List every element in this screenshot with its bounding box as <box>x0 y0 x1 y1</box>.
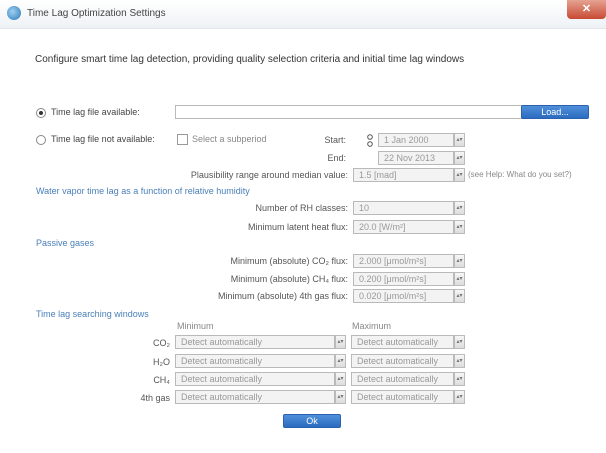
min-window-spinner[interactable]: ▴▾ <box>335 354 346 368</box>
plausibility-note: (see Help: What do you set?) <box>468 170 572 179</box>
min-window-spinner[interactable]: ▴▾ <box>335 335 346 349</box>
app-icon <box>7 6 21 20</box>
subperiod-label: Select a subperiod <box>192 134 267 144</box>
gas-label: 4th gas <box>140 393 170 403</box>
gas4-flux-spinner[interactable]: ▴▾ <box>454 289 465 303</box>
intro-text: Configure smart time lag detection, prov… <box>35 54 465 65</box>
max-window-spinner[interactable]: ▴▾ <box>454 390 465 404</box>
latent-heat-field[interactable]: 20.0 [W/m²] <box>353 220 454 234</box>
max-window-field[interactable]: Detect automatically <box>351 390 454 404</box>
max-header: Maximum <box>352 321 392 331</box>
max-window-field[interactable]: Detect automatically <box>351 335 454 349</box>
min-window-field[interactable]: Detect automatically <box>175 390 335 404</box>
link-dates-icon[interactable] <box>367 133 373 149</box>
rh-classes-field[interactable]: 10 <box>353 201 454 215</box>
start-date-field[interactable]: 1 Jan 2000 <box>378 133 454 147</box>
load-button[interactable]: Load... <box>521 105 589 119</box>
min-window-field[interactable]: Detect automatically <box>175 354 335 368</box>
ch4-flux-label: Minimum (absolute) CH₄ flux: <box>230 274 348 284</box>
max-window-spinner[interactable]: ▴▾ <box>454 372 465 386</box>
rh-section-title: Water vapor time lag as a function of re… <box>36 186 250 196</box>
latent-heat-label: Minimum latent heat flux: <box>247 222 348 232</box>
min-window-field[interactable]: Detect automatically <box>175 372 335 386</box>
min-window-field[interactable]: Detect automatically <box>175 335 335 349</box>
subperiod-checkbox[interactable] <box>177 134 188 145</box>
file-available-label: Time lag file available: <box>51 107 140 117</box>
co2-flux-label: Minimum (absolute) CO₂ flux: <box>230 256 348 266</box>
end-label: End: <box>327 153 346 163</box>
gas-label: CO₂ <box>153 338 170 348</box>
gas4-flux-label: Minimum (absolute) 4th gas flux: <box>217 291 348 301</box>
max-window-spinner[interactable]: ▴▾ <box>454 335 465 349</box>
rh-classes-spinner[interactable]: ▴▾ <box>454 201 465 215</box>
max-window-spinner[interactable]: ▴▾ <box>454 354 465 368</box>
ch4-flux-spinner[interactable]: ▴▾ <box>454 272 465 286</box>
plausibility-field[interactable]: 1.5 [mad] <box>353 168 454 182</box>
ok-button[interactable]: Ok <box>283 414 341 428</box>
window-title: Time Lag Optimization Settings <box>27 8 166 19</box>
min-window-spinner[interactable]: ▴▾ <box>335 390 346 404</box>
windows-section-title: Time lag searching windows <box>36 309 149 319</box>
min-header: Minimum <box>177 321 214 331</box>
co2-flux-spinner[interactable]: ▴▾ <box>454 254 465 268</box>
co2-flux-field[interactable]: 2.000 [μmol/m²s] <box>353 254 454 268</box>
start-label: Start: <box>324 135 346 145</box>
file-path-input[interactable] <box>175 105 522 119</box>
rh-classes-label: Number of RH classes: <box>255 203 348 213</box>
gas-label: H₂O <box>153 357 170 367</box>
plausibility-spinner[interactable]: ▴▾ <box>454 168 465 182</box>
gas4-flux-field[interactable]: 0.020 [μmol/m²s] <box>353 289 454 303</box>
file-not-available-label: Time lag file not available: <box>51 134 155 144</box>
passive-section-title: Passive gases <box>36 238 95 248</box>
end-date-spinner[interactable]: ▴▾ <box>454 151 465 165</box>
close-button[interactable]: ✕ <box>567 0 606 19</box>
plausibility-label: Plausibility range around median value: <box>190 170 348 180</box>
max-window-field[interactable]: Detect automatically <box>351 372 454 386</box>
start-date-spinner[interactable]: ▴▾ <box>454 133 465 147</box>
gas-label: CH₄ <box>153 375 170 385</box>
max-window-field[interactable]: Detect automatically <box>351 354 454 368</box>
file-available-radio[interactable] <box>36 108 46 118</box>
end-date-field[interactable]: 22 Nov 2013 <box>378 151 454 165</box>
ch4-flux-field[interactable]: 0.200 [μmol/m²s] <box>353 272 454 286</box>
min-window-spinner[interactable]: ▴▾ <box>335 372 346 386</box>
file-not-available-radio[interactable] <box>36 135 46 145</box>
latent-heat-spinner[interactable]: ▴▾ <box>454 220 465 234</box>
title-bar: Time Lag Optimization Settings ✕ <box>0 0 606 29</box>
